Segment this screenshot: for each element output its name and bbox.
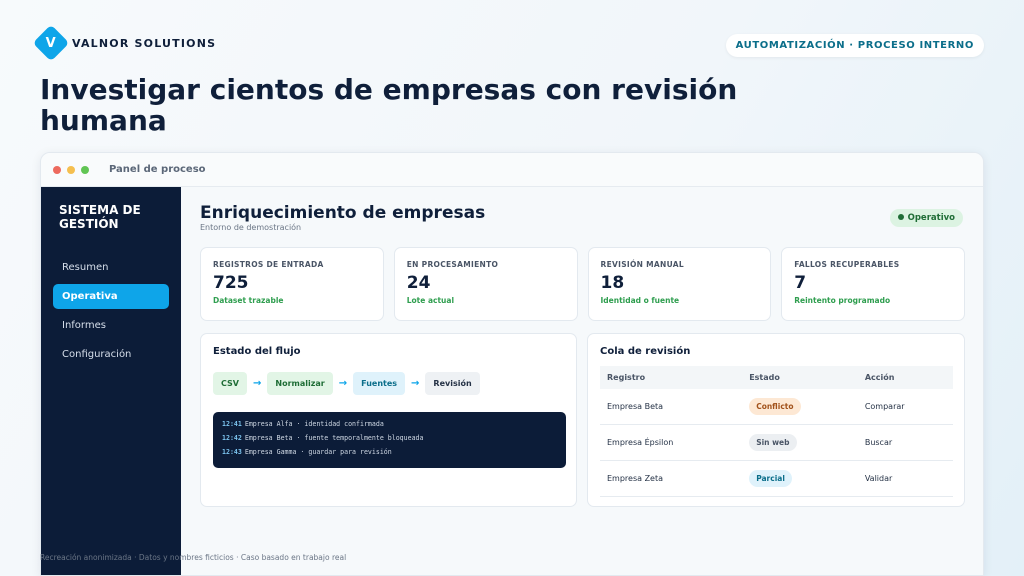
- sidebar-item-operativa[interactable]: Operativa: [53, 284, 169, 309]
- stat-label: EN PROCESAMIENTO: [406, 260, 499, 269]
- table-row[interactable]: Empresa Beta Conflicto Comparar: [600, 389, 953, 425]
- sidebar-item-informes[interactable]: Informes: [53, 313, 169, 338]
- window-titlebar: Panel de proceso: [41, 153, 983, 187]
- flow-panel: Estado del flujo CSV → Normalizar → Fuen…: [200, 333, 577, 507]
- flow-step-normalizar[interactable]: Normalizar: [267, 372, 333, 395]
- brand-name: VALNOR SOLUTIONS: [72, 36, 217, 50]
- action-link-buscar[interactable]: Buscar: [857, 424, 953, 461]
- log-line: 12:41 Empresa Alfa · identidad confirmada: [222, 420, 384, 428]
- status-badge: Sin web: [749, 434, 797, 451]
- sidebar-item-resumen[interactable]: Resumen: [53, 255, 169, 280]
- status-badge: Parcial: [749, 470, 792, 487]
- flow-step-revision[interactable]: Revisión: [425, 372, 480, 395]
- column-header-registro[interactable]: Registro: [600, 366, 743, 389]
- stat-value: 7: [794, 273, 807, 293]
- stat-label: REGISTROS DE ENTRADA: [213, 260, 324, 269]
- page-subtitle: Entorno de demostración: [200, 223, 302, 232]
- sidebar-item-configuracion[interactable]: Configuración: [53, 342, 169, 367]
- stat-card-revision: REVISIÓN MANUAL 18 Identidad o fuente: [587, 247, 772, 321]
- status-badge: Operativo: [889, 209, 963, 227]
- stat-note: Dataset trazable: [213, 296, 284, 305]
- review-queue-title: Cola de revisión: [600, 346, 691, 357]
- sidebar: SISTEMA DE GESTIÓN Resumen Operativa Inf…: [41, 187, 181, 575]
- stat-card-entrada: REGISTROS DE ENTRADA 725 Dataset trazabl…: [200, 247, 384, 321]
- review-queue-table: Registro Estado Acción Empresa Beta Conf…: [600, 366, 953, 497]
- stat-note: Lote actual: [406, 296, 455, 305]
- column-header-estado[interactable]: Estado: [742, 366, 858, 389]
- log-line: 12:43 Empresa Gamma · guardar para revisi…: [222, 448, 392, 456]
- status-badge: Conflicto: [749, 398, 801, 415]
- stat-note: Identidad o fuente: [600, 296, 680, 305]
- stat-note: Reintento programado: [794, 296, 891, 305]
- stat-value: 24: [406, 273, 431, 293]
- main-content: Enriquecimiento de empresas Entorno de d…: [200, 187, 965, 575]
- table-row[interactable]: Empresa Épsilon Sin web Buscar: [600, 424, 953, 461]
- status-dot-icon: [897, 214, 904, 220]
- arrow-right-icon: →: [252, 378, 262, 389]
- flow-panel-title: Estado del flujo: [213, 346, 301, 357]
- brand-logo-icon: V: [32, 24, 70, 62]
- app-window: Panel de proceso SISTEMA DE GESTIÓN Resu…: [40, 152, 984, 576]
- flow-step-csv[interactable]: CSV: [213, 372, 247, 395]
- activity-log: 12:41 Empresa Alfa · identidad confirmada…: [213, 412, 566, 468]
- sidebar-title: SISTEMA DE GESTIÓN: [59, 203, 141, 231]
- stat-label: FALLOS RECUPERABLES: [794, 260, 900, 269]
- action-link-comparar[interactable]: Comparar: [857, 389, 953, 425]
- log-line: 12:42 Empresa Beta · fuente temporalmente…: [222, 434, 424, 442]
- stat-value: 725: [213, 273, 249, 293]
- arrow-right-icon: →: [338, 378, 348, 389]
- brand: V VALNOR SOLUTIONS: [32, 24, 217, 62]
- stat-card-fallos: FALLOS RECUPERABLES 7 Reintento programa…: [781, 247, 965, 321]
- arrow-right-icon: →: [411, 378, 420, 389]
- table-row[interactable]: Empresa Zeta Parcial Validar: [600, 460, 953, 497]
- footer-note: Recreación anonimizada · Datos y nombres…: [40, 553, 347, 562]
- cell-registro: Empresa Épsilon: [600, 424, 743, 461]
- stats-cards: REGISTROS DE ENTRADA 725 Dataset trazabl…: [200, 247, 965, 321]
- window-title: Panel de proceso: [109, 164, 206, 175]
- page-title: Enriquecimiento de empresas: [200, 203, 486, 223]
- column-header-accion[interactable]: Acción: [857, 366, 953, 389]
- cell-registro: Empresa Beta: [600, 389, 743, 425]
- page-headline: Investigar cientos de empresas con revis…: [40, 73, 738, 137]
- review-queue-panel: Cola de revisión Registro Estado Acción …: [587, 333, 965, 507]
- stat-card-procesamiento: EN PROCESAMIENTO 24 Lote actual: [393, 247, 578, 321]
- flow-steps: CSV → Normalizar → Fuentes → Revisión: [213, 372, 480, 395]
- category-pill: AUTOMATIZACIÓN · PROCESO INTERNO: [725, 34, 984, 57]
- stat-label: REVISIÓN MANUAL: [600, 260, 684, 269]
- window-close-dot[interactable]: [53, 165, 61, 174]
- window-minimize-dot[interactable]: [67, 165, 75, 174]
- stat-value: 18: [600, 273, 625, 293]
- window-maximize-dot[interactable]: [81, 165, 89, 174]
- flow-step-fuentes[interactable]: Fuentes: [353, 372, 406, 395]
- cell-registro: Empresa Zeta: [600, 460, 743, 497]
- action-link-validar[interactable]: Validar: [857, 460, 953, 497]
